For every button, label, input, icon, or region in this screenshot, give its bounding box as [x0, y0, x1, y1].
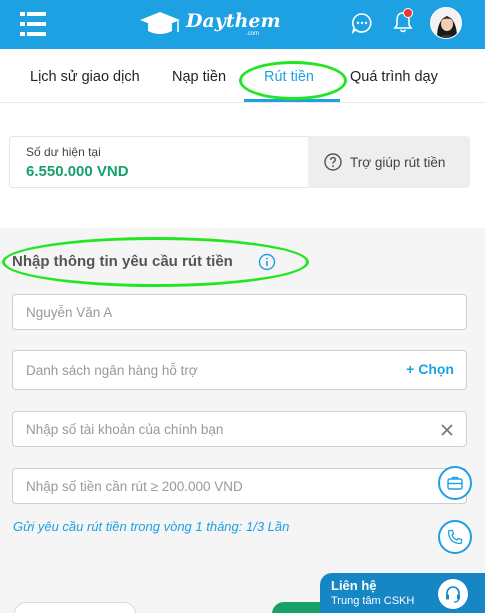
amount-field [12, 468, 467, 504]
briefcase-icon [447, 476, 463, 490]
withdraw-help-button[interactable]: Trợ giúp rút tiền [308, 136, 470, 188]
phone-fab[interactable] [438, 520, 472, 554]
tab-teaching-process[interactable]: Quá trình dạy [350, 69, 438, 85]
notification-dot [403, 8, 413, 18]
question-circle-icon [324, 153, 342, 171]
amount-input[interactable] [13, 469, 466, 503]
account-number-input[interactable] [13, 412, 466, 446]
clear-icon[interactable] [440, 423, 454, 437]
contact-widget[interactable]: Liên hệ Trung tâm CSKH [320, 573, 485, 613]
top-bar: Daythem .com [0, 0, 485, 49]
bottom-secondary-button[interactable] [14, 602, 136, 613]
headset-icon [438, 579, 468, 609]
balance-section: Số dư hiện tại 6.550.000 VND Trợ giúp rú… [0, 103, 485, 228]
balance-value: 6.550.000 VND [26, 163, 129, 180]
withdraw-limit-note: Gửi yêu cầu rút tiền trong vòng 1 tháng:… [13, 519, 290, 534]
bank-select-label: Danh sách ngân hàng hỗ trợ [26, 363, 198, 378]
avatar[interactable] [430, 7, 462, 39]
help-button-label: Trợ giúp rút tiền [350, 155, 446, 170]
account-field [12, 411, 467, 447]
tab-deposit[interactable]: Nạp tiền [172, 69, 226, 85]
phone-icon [447, 529, 463, 545]
title-highlight-annotation [2, 237, 309, 287]
chat-icon[interactable] [351, 12, 373, 34]
contact-title: Liên hệ [331, 578, 377, 593]
tab-transaction-history[interactable]: Lịch sử giao dịch [30, 69, 140, 85]
tab-highlight-annotation [239, 61, 347, 100]
menu-icon[interactable] [20, 11, 46, 37]
contact-subtitle: Trung tâm CSKH [331, 595, 415, 607]
logo-subtext: .com [246, 31, 260, 37]
logo-text: Daythem [186, 10, 281, 32]
name-input[interactable] [13, 295, 466, 329]
choose-bank-button[interactable]: + Chọn [406, 361, 454, 377]
balance-card: Số dư hiện tại 6.550.000 VND [9, 136, 309, 188]
balance-label: Số dư hiện tại [26, 145, 101, 159]
name-field [12, 294, 467, 330]
bank-select[interactable]: Danh sách ngân hàng hỗ trợ + Chọn [12, 350, 467, 390]
briefcase-fab[interactable] [438, 466, 472, 500]
